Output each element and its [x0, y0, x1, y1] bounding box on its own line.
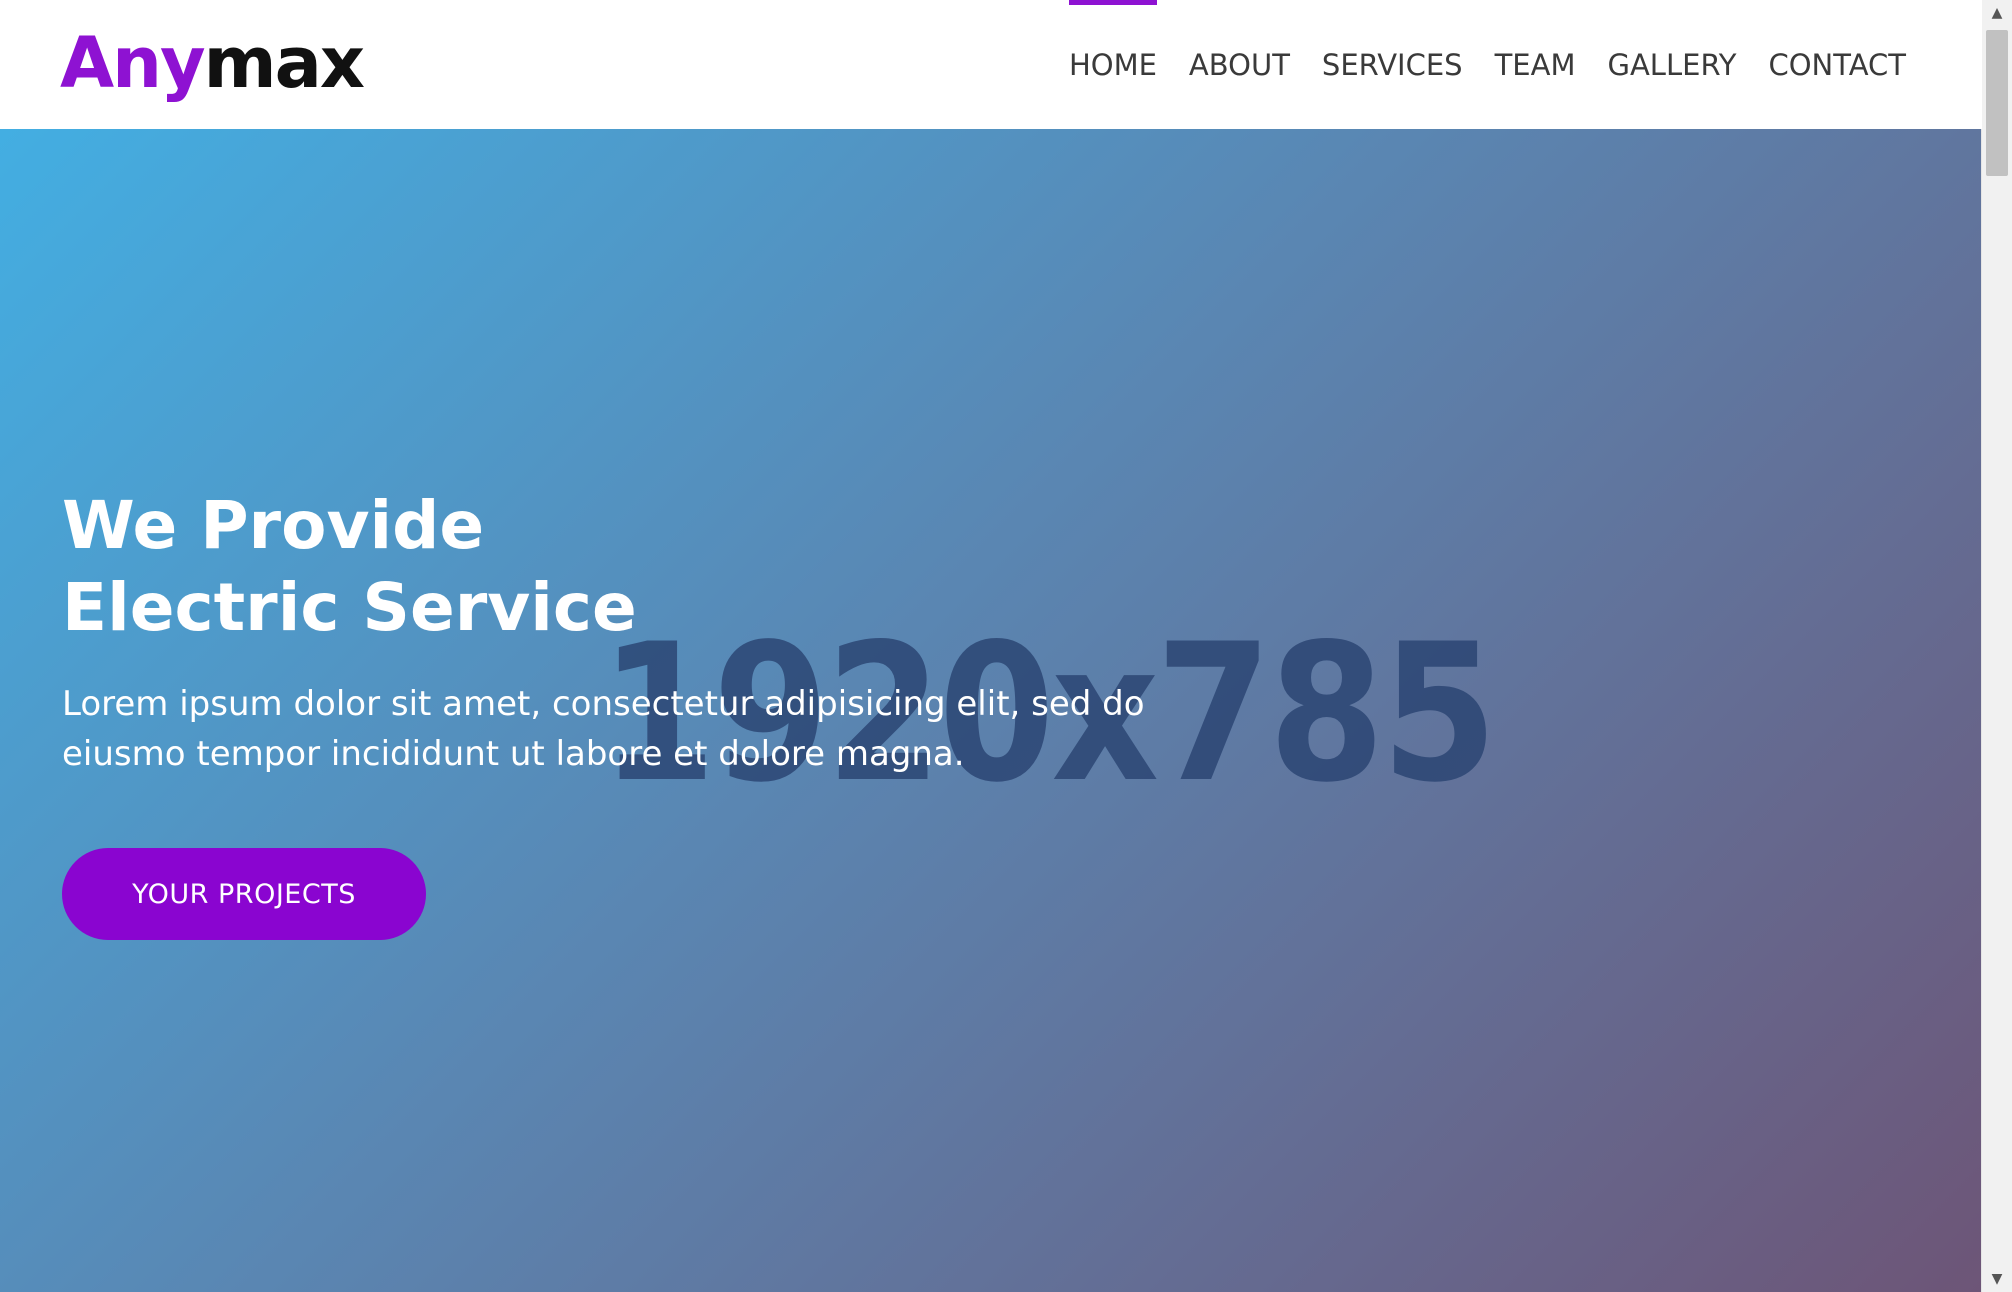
your-projects-button[interactable]: YOUR PROJECTS [62, 848, 426, 940]
nav-item-contact[interactable]: CONTACT [1752, 0, 1922, 129]
main-nav: HOME ABOUT SERVICES TEAM GALLERY CONTACT [1053, 0, 1922, 129]
page-scrollbar[interactable]: ▲ ▼ [1981, 0, 2012, 1292]
page: Anymax HOME ABOUT SERVICES TEAM GALLERY … [0, 0, 1982, 1292]
nav-item-gallery[interactable]: GALLERY [1592, 0, 1753, 129]
nav-item-about[interactable]: ABOUT [1173, 0, 1306, 129]
logo-part-max: max [203, 22, 365, 104]
chevron-down-icon[interactable]: ▼ [1982, 1266, 2012, 1292]
scrollbar-thumb[interactable] [1986, 30, 2008, 176]
hero-title-line-1: We Provide [62, 487, 485, 564]
site-header: Anymax HOME ABOUT SERVICES TEAM GALLERY … [0, 0, 1982, 129]
logo-part-any: Any [60, 22, 206, 104]
nav-item-services[interactable]: SERVICES [1306, 0, 1479, 129]
browser-viewport: Anymax HOME ABOUT SERVICES TEAM GALLERY … [0, 0, 2012, 1292]
hero-description: Lorem ipsum dolor sit amet, consectetur … [62, 684, 1145, 774]
site-logo[interactable]: Anymax [60, 18, 365, 108]
nav-item-team[interactable]: TEAM [1479, 0, 1592, 129]
hero-banner: 1920x785 We Provide Electric Service Lor… [0, 129, 1982, 1292]
hero-title: We Provide Electric Service [62, 485, 637, 649]
hero-title-line-2: Electric Service [62, 569, 637, 646]
nav-item-home[interactable]: HOME [1053, 0, 1173, 129]
chevron-up-icon[interactable]: ▲ [1982, 0, 2012, 26]
